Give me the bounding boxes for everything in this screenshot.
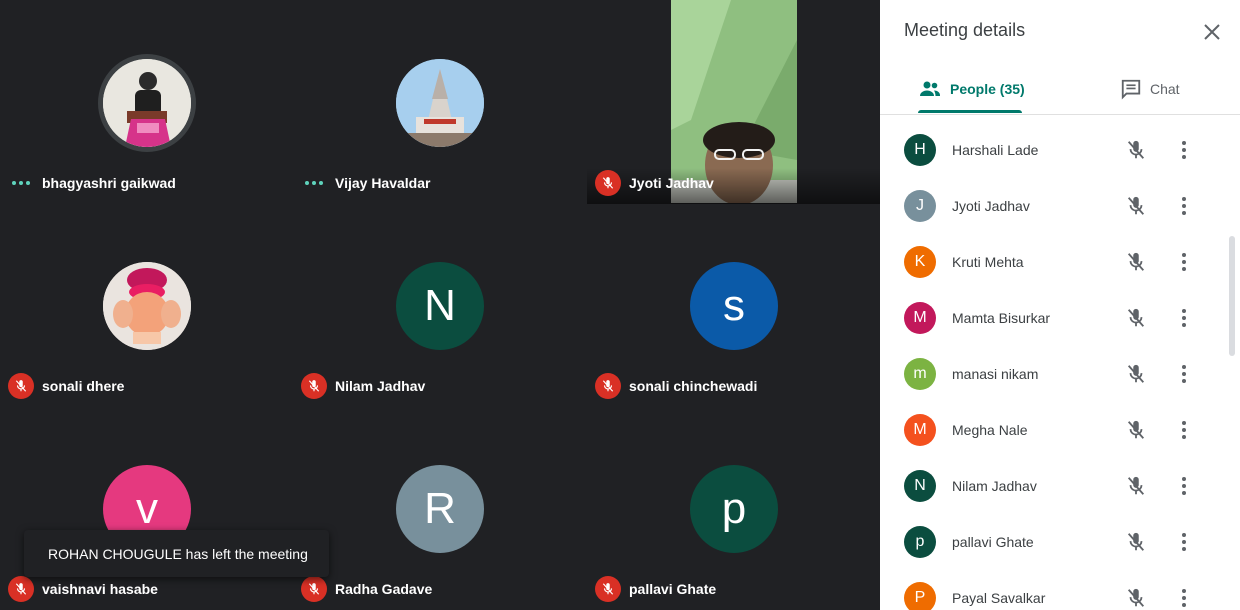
mic-off-icon xyxy=(8,373,34,399)
mic-off-icon xyxy=(595,373,621,399)
list-item[interactable]: H Harshali Lade xyxy=(880,122,1240,178)
mic-off-icon[interactable] xyxy=(1124,362,1148,386)
close-icon xyxy=(1204,24,1220,40)
more-options-icon[interactable] xyxy=(1172,530,1196,554)
person-name: Harshali Lade xyxy=(952,142,1039,158)
tab-chat[interactable]: Chat xyxy=(1120,62,1180,115)
person-name: Payal Savalkar xyxy=(952,590,1046,606)
speaking-indicator-icon xyxy=(8,170,34,196)
participant-tile[interactable]: N Nilam Jadhav xyxy=(293,203,586,406)
avatar: H xyxy=(904,134,936,166)
participant-tile[interactable]: Vijay Havaldar xyxy=(293,0,586,203)
notification-toast: ROHAN CHOUGULE has left the meeting xyxy=(24,530,329,577)
tab-people-label: People (35) xyxy=(950,80,1025,97)
list-item[interactable]: M Megha Nale xyxy=(880,402,1240,458)
mic-off-icon[interactable] xyxy=(1124,250,1148,274)
tab-chat-label: Chat xyxy=(1150,80,1180,97)
participant-name-label: vaishnavi hasabe xyxy=(8,574,158,604)
people-icon xyxy=(920,81,940,96)
list-item[interactable]: K Kruti Mehta xyxy=(880,234,1240,290)
more-options-icon[interactable] xyxy=(1172,418,1196,442)
people-list: H Harshali Lade J Jyoti Jadhav K Kruti Mehta M… xyxy=(880,122,1240,610)
list-item[interactable]: P Payal Savalkar xyxy=(880,570,1240,610)
participant-tile[interactable]: bhagyashri gaikwad xyxy=(0,0,293,203)
list-item[interactable]: J Jyoti Jadhav xyxy=(880,178,1240,234)
participant-tile[interactable]: p pallavi Ghate xyxy=(587,406,880,609)
person-name: pallavi Ghate xyxy=(952,534,1034,550)
participant-tile[interactable]: s sonali chinchewadi xyxy=(587,203,880,406)
more-options-icon[interactable] xyxy=(1172,474,1196,498)
avatar: m xyxy=(904,358,936,390)
people-list-scrollbar[interactable] xyxy=(1229,236,1235,356)
participant-avatar xyxy=(396,59,484,147)
participant-name-label: Vijay Havaldar xyxy=(301,168,430,198)
chat-icon xyxy=(1121,79,1141,99)
mic-off-icon xyxy=(301,576,327,602)
participant-avatar-initial: R xyxy=(396,465,484,553)
mic-off-icon xyxy=(595,576,621,602)
more-options-icon[interactable] xyxy=(1172,250,1196,274)
mic-off-icon xyxy=(595,170,621,196)
participant-tile[interactable]: R Radha Gadave xyxy=(293,406,586,609)
participant-tile[interactable]: sonali dhere xyxy=(0,203,293,406)
mic-off-icon[interactable] xyxy=(1124,474,1148,498)
avatar: N xyxy=(904,470,936,502)
participant-avatar-initial: N xyxy=(396,262,484,350)
active-tab-indicator xyxy=(918,110,1022,113)
speaking-indicator-icon xyxy=(301,170,327,196)
participant-avatar xyxy=(103,262,191,350)
participant-name-label: sonali dhere xyxy=(8,371,124,401)
avatar: P xyxy=(904,582,936,610)
person-name: Megha Nale xyxy=(952,422,1028,438)
participant-name-label: Jyoti Jadhav xyxy=(595,168,714,198)
person-name: Nilam Jadhav xyxy=(952,478,1037,494)
participant-avatar-initial: p xyxy=(690,465,778,553)
participant-name-label: Nilam Jadhav xyxy=(301,371,425,401)
avatar: M xyxy=(904,414,936,446)
more-options-icon[interactable] xyxy=(1172,306,1196,330)
mic-off-icon xyxy=(8,576,34,602)
person-name: manasi nikam xyxy=(952,366,1039,382)
mic-off-icon[interactable] xyxy=(1124,586,1148,610)
list-item[interactable]: m manasi nikam xyxy=(880,346,1240,402)
more-options-icon[interactable] xyxy=(1172,194,1196,218)
avatar: p xyxy=(904,526,936,558)
participant-name-label: bhagyashri gaikwad xyxy=(8,168,176,198)
mic-off-icon[interactable] xyxy=(1124,194,1148,218)
video-grid: bhagyashri gaikwad Vijay Havaldar Jyoti … xyxy=(0,0,880,610)
participant-avatar xyxy=(103,59,191,147)
list-item[interactable]: p pallavi Ghate xyxy=(880,514,1240,570)
avatar: M xyxy=(904,302,936,334)
panel-tabs: People (35) Chat xyxy=(880,62,1240,115)
more-options-icon[interactable] xyxy=(1172,586,1196,610)
participant-avatar-initial: s xyxy=(690,262,778,350)
participant-name-label: pallavi Ghate xyxy=(595,574,716,604)
participant-name-label: Radha Gadave xyxy=(301,574,432,604)
meeting-details-panel: Meeting details People (35) Chat H Harsh… xyxy=(880,0,1240,610)
avatar: J xyxy=(904,190,936,222)
mic-off-icon[interactable] xyxy=(1124,530,1148,554)
more-options-icon[interactable] xyxy=(1172,138,1196,162)
close-panel-button[interactable] xyxy=(1198,18,1226,46)
toast-message: ROHAN CHOUGULE has left the meeting xyxy=(48,545,308,562)
person-name: Jyoti Jadhav xyxy=(952,198,1030,214)
more-options-icon[interactable] xyxy=(1172,362,1196,386)
person-name: Mamta Bisurkar xyxy=(952,310,1051,326)
list-item[interactable]: N Nilam Jadhav xyxy=(880,458,1240,514)
mic-off-icon xyxy=(301,373,327,399)
participant-video-tile[interactable]: Jyoti Jadhav xyxy=(587,0,880,204)
mic-off-icon[interactable] xyxy=(1124,138,1148,162)
avatar: K xyxy=(904,246,936,278)
tab-people[interactable]: People (35) xyxy=(918,62,1025,115)
panel-title: Meeting details xyxy=(904,20,1026,40)
mic-off-icon[interactable] xyxy=(1124,418,1148,442)
participant-name-label: sonali chinchewadi xyxy=(595,371,757,401)
participant-tile[interactable]: v vaishnavi hasabe xyxy=(0,406,293,609)
mic-off-icon[interactable] xyxy=(1124,306,1148,330)
list-item[interactable]: M Mamta Bisurkar xyxy=(880,290,1240,346)
person-name: Kruti Mehta xyxy=(952,254,1024,270)
